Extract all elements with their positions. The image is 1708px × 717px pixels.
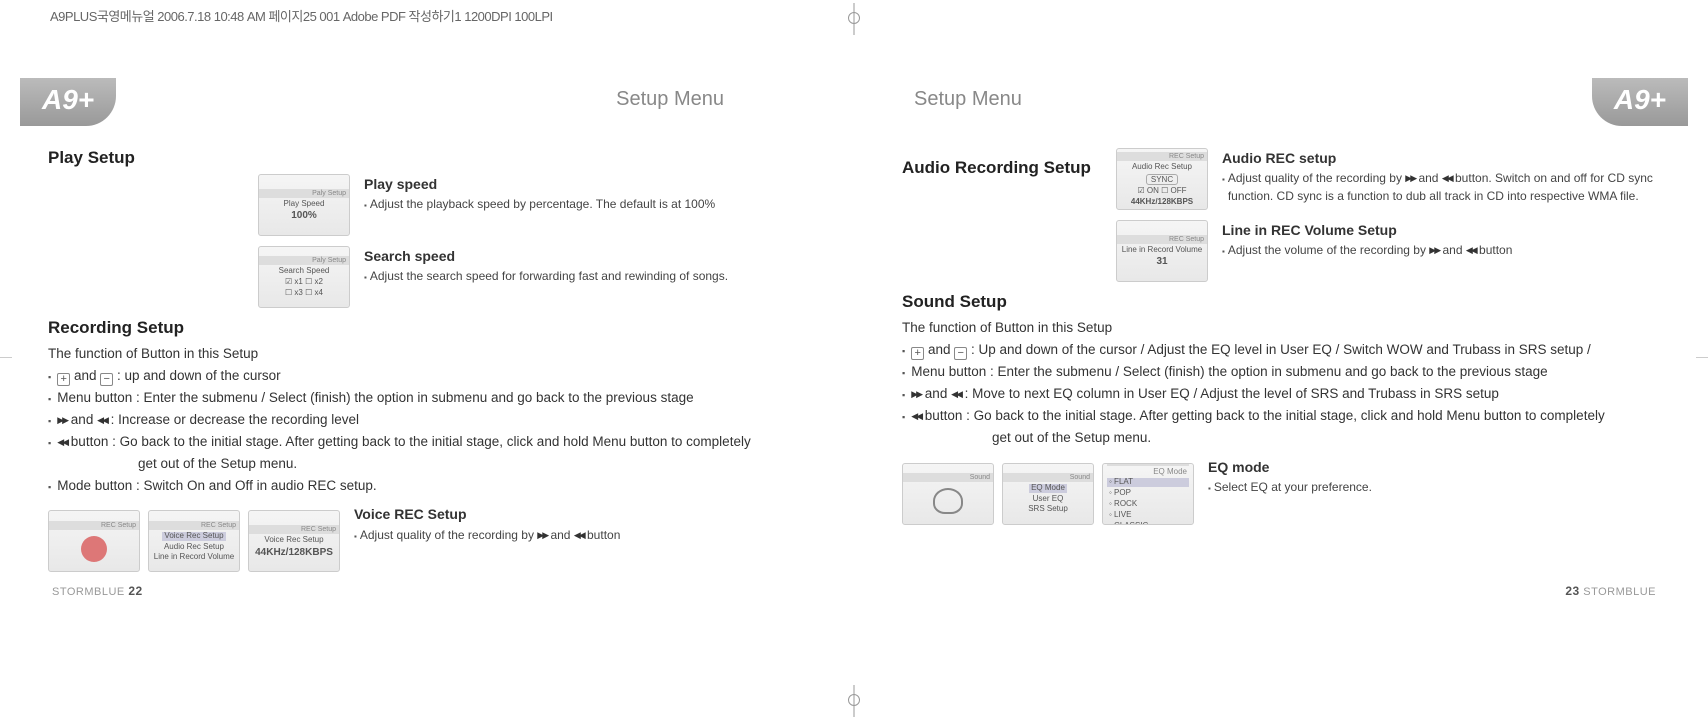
recording-setup-title: Recording Setup [48, 318, 806, 338]
thumb-line: User EQ [1031, 495, 1066, 504]
line-in-text: Adjust the volume of the recording by ▶▶… [1228, 242, 1513, 259]
footer-left: STORMBLUE 22 [52, 584, 143, 598]
thumb-value: 44KHz/128KBPS [255, 547, 333, 558]
thumb-bar: Sound [1107, 463, 1189, 466]
page-spread: A9+ Setup Menu Play Setup Paly Setup Pla… [0, 78, 1708, 588]
play-speed-text: Adjust the playback speed by percentage.… [370, 196, 715, 213]
headphone-icon [933, 488, 963, 514]
play-setup-title: Play Setup [48, 148, 806, 168]
thumb-bar: Paly Setup [259, 256, 349, 265]
thumb-rec-2: REC Setup Voice Rec Setup Audio Rec Setu… [148, 510, 240, 572]
thumb-row: ☑ ON ☐ OFF [1135, 187, 1188, 196]
thumb-value: 44KHz/128KBPS [1131, 197, 1193, 206]
thumb-line: ◦ ROCK [1107, 500, 1189, 509]
thumb-bar: Sound [903, 473, 993, 482]
rec-item-3: ▶▶ and ◀◀ : Increase or decrease the rec… [57, 410, 359, 431]
page-right: A9+ Setup Menu Audio Recording Setup REC… [854, 78, 1708, 588]
thumb-bar: REC Setup [249, 525, 339, 534]
rec-intro: The function of Button in this Setup [48, 344, 806, 365]
thumb-line: Voice Rec Setup [262, 536, 325, 545]
rec-item-4: ◀◀ button : Go back to the initial stage… [57, 432, 751, 453]
thumb-line: Line in Record Volume [1120, 246, 1205, 255]
thumb-rec-1: REC Setup [48, 510, 140, 572]
product-badge-left: A9+ [20, 78, 116, 126]
product-badge-right: A9+ [1592, 78, 1688, 126]
thumb-bar: Paly Setup [259, 189, 349, 198]
voice-rec-heading: Voice REC Setup [354, 504, 620, 524]
audio-rec-text: Adjust quality of the recording by ▶▶ an… [1228, 170, 1660, 205]
rec-item-1: + and − : up and down of the cursor [57, 366, 280, 387]
rec-item-5: Mode button : Switch On and Off in audio… [57, 476, 376, 497]
thumb-rec-3: REC Setup Voice Rec Setup 44KHz/128KBPS [248, 510, 340, 572]
page-left: A9+ Setup Menu Play Setup Paly Setup Pla… [0, 78, 854, 588]
audio-rec-heading: Audio REC setup [1222, 148, 1660, 168]
voice-rec-text: Adjust quality of the recording by ▶▶ an… [360, 527, 621, 544]
sound-intro: The function of Button in this Setup [902, 318, 1660, 339]
voice-rec-desc: Voice REC Setup Adjust quality of the re… [354, 504, 620, 578]
thumb-sound-3: Sound EQ Mode ◦ FLAT ◦ POP ◦ ROCK ◦ LIVE… [1102, 463, 1194, 525]
thumb-line: Play Speed [282, 200, 327, 209]
recording-setup-body: The function of Button in this Setup + a… [48, 344, 806, 496]
thumb-line: EQ Mode [1029, 484, 1067, 493]
thumb-line: SRS Setup [1026, 505, 1070, 514]
eq-heading: EQ mode [1208, 457, 1372, 477]
thumb-bar: REC Setup [49, 521, 139, 530]
thumb-line: Audio Rec Setup [162, 543, 226, 552]
thumb-bar: REC Setup [149, 521, 239, 530]
thumb-line: EQ Mode [1107, 468, 1189, 477]
thumb-line: ◦ CLASSIC [1107, 522, 1189, 525]
audio-rec-desc: Audio REC setup Adjust quality of the re… [1222, 148, 1660, 210]
thumb-line: ◦ LIVE [1107, 511, 1189, 520]
sound-item-4b: get out of the Setup menu. [992, 428, 1660, 449]
thumb-sound-1: Sound [902, 463, 994, 525]
thumb-line: Voice Rec Setup [162, 532, 225, 541]
thumb-audio-rec: REC Setup Audio Rec Setup SYNC ☑ ON ☐ OF… [1116, 148, 1208, 210]
sound-item-1: + and − : Up and down of the cursor / Ad… [911, 340, 1591, 361]
thumb-search-speed: Paly Setup Search Speed ☑ x1 ☐ x2 ☐ x3 ☐… [258, 246, 350, 308]
play-speed-heading: Play speed [364, 174, 715, 194]
sound-setup-title: Sound Setup [902, 292, 1660, 312]
search-speed-text: Adjust the search speed for forwarding f… [370, 268, 728, 285]
thumb-value: 31 [1156, 256, 1167, 267]
eq-text: Select EQ at your preference. [1214, 479, 1372, 496]
thumb-play-speed: Paly Setup Play Speed 100% [258, 174, 350, 236]
sound-item-4: ◀◀ button : Go back to the initial stage… [911, 406, 1605, 427]
audio-rec-title: Audio Recording Setup [902, 158, 1102, 178]
mic-icon [81, 536, 107, 562]
search-speed-desc: Search speed Adjust the search speed for… [364, 246, 728, 308]
thumb-line: Line in Record Volume [152, 553, 237, 562]
crop-mark-bot [848, 694, 860, 706]
thumb-bar: REC Setup [1117, 235, 1207, 244]
eq-desc: EQ mode Select EQ at your preference. [1208, 457, 1372, 531]
thumb-sync: SYNC [1146, 174, 1178, 185]
rec-item-2: Menu button : Enter the submenu / Select… [57, 388, 693, 409]
thumb-line: ◦ POP [1107, 489, 1189, 498]
sound-item-3: ▶▶ and ◀◀ : Move to next EQ column in Us… [911, 384, 1499, 405]
footer-right: 23 STORMBLUE [1565, 584, 1656, 598]
thumb-row: ☑ x1 ☐ x2 [283, 278, 325, 287]
sound-item-2: Menu button : Enter the submenu / Select… [911, 362, 1547, 383]
search-speed-heading: Search speed [364, 246, 728, 266]
thumb-line-in: REC Setup Line in Record Volume 31 [1116, 220, 1208, 282]
line-in-desc: Line in REC Volume Setup Adjust the volu… [1222, 220, 1660, 282]
line-in-heading: Line in REC Volume Setup [1222, 220, 1660, 240]
thumb-row: ☐ x3 ☐ x4 [283, 289, 325, 298]
thumb-line: ◦ FLAT [1107, 478, 1189, 487]
thumb-line: Search Speed [277, 267, 332, 276]
sound-setup-body: The function of Button in this Setup + a… [902, 318, 1660, 449]
menu-title-right: Setup Menu [914, 88, 1022, 111]
crop-mark-top [848, 12, 860, 24]
thumb-line: Audio Rec Setup [1130, 163, 1194, 172]
thumb-sound-2: Sound EQ Mode User EQ SRS Setup [1002, 463, 1094, 525]
play-speed-desc: Play speed Adjust the playback speed by … [364, 174, 715, 236]
thumb-value: 100% [291, 210, 317, 221]
thumb-bar: REC Setup [1117, 152, 1207, 161]
thumb-bar: Sound [1003, 473, 1093, 482]
menu-title-left: Setup Menu [616, 88, 724, 111]
crop-header: A9PLUS국영메뉴얼 2006.7.18 10:48 AM 페이지25 001… [50, 6, 553, 25]
rec-item-4b: get out of the Setup menu. [138, 454, 806, 475]
